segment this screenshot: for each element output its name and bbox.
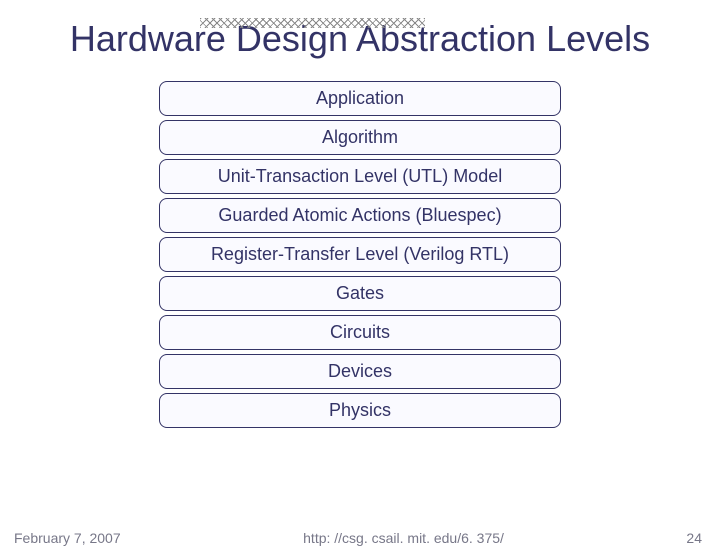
level-rtl: Register-Transfer Level (Verilog RTL) bbox=[159, 237, 561, 272]
abstraction-levels-stack: Application Algorithm Unit-Transaction L… bbox=[159, 81, 561, 428]
footer-page-number: 24 bbox=[686, 530, 720, 546]
level-physics: Physics bbox=[159, 393, 561, 428]
level-algorithm: Algorithm bbox=[159, 120, 561, 155]
slide-footer: February 7, 2007 http: //csg. csail. mit… bbox=[0, 530, 720, 546]
footer-date: February 7, 2007 bbox=[0, 530, 121, 546]
level-bluespec: Guarded Atomic Actions (Bluespec) bbox=[159, 198, 561, 233]
decorative-crosshatch bbox=[200, 18, 425, 28]
level-devices: Devices bbox=[159, 354, 561, 389]
level-application: Application bbox=[159, 81, 561, 116]
level-circuits: Circuits bbox=[159, 315, 561, 350]
footer-url: http: //csg. csail. mit. edu/6. 375/ bbox=[121, 530, 687, 546]
level-gates: Gates bbox=[159, 276, 561, 311]
level-utl: Unit-Transaction Level (UTL) Model bbox=[159, 159, 561, 194]
